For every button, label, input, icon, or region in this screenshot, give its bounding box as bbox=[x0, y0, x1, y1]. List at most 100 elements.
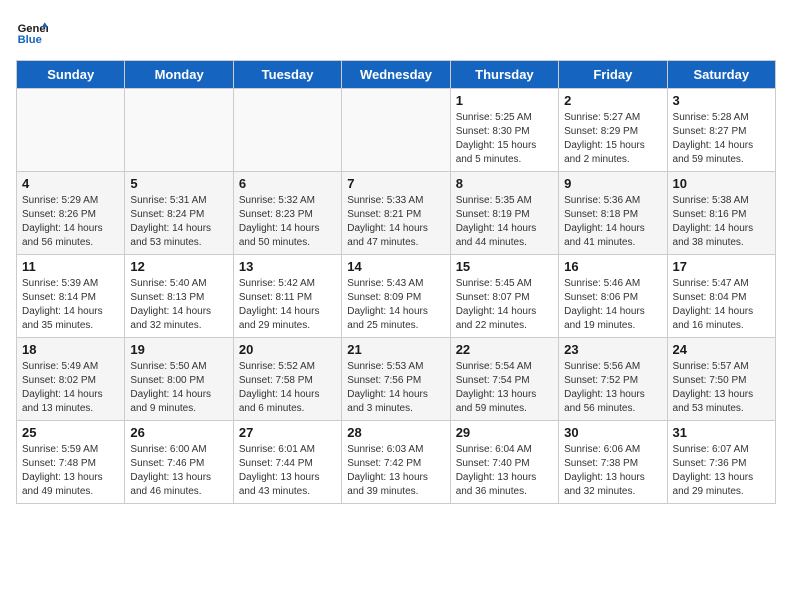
day-number: 29 bbox=[456, 425, 553, 440]
day-info: Sunrise: 5:36 AM Sunset: 8:18 PM Dayligh… bbox=[564, 194, 661, 250]
day-cell: 31Sunrise: 6:07 AM Sunset: 7:36 PM Dayli… bbox=[667, 421, 775, 504]
day-number: 25 bbox=[22, 425, 119, 440]
day-info: Sunrise: 5:38 AM Sunset: 8:16 PM Dayligh… bbox=[673, 194, 770, 250]
day-info: Sunrise: 5:35 AM Sunset: 8:19 PM Dayligh… bbox=[456, 194, 553, 250]
day-info: Sunrise: 5:28 AM Sunset: 8:27 PM Dayligh… bbox=[673, 111, 770, 167]
day-cell: 18Sunrise: 5:49 AM Sunset: 8:02 PM Dayli… bbox=[17, 338, 125, 421]
day-info: Sunrise: 5:45 AM Sunset: 8:07 PM Dayligh… bbox=[456, 277, 553, 333]
header-thursday: Thursday bbox=[450, 61, 558, 89]
day-number: 27 bbox=[239, 425, 336, 440]
day-number: 5 bbox=[130, 176, 227, 191]
day-cell: 3 Sunrise: 5:28 AM Sunset: 8:27 PM Daylig… bbox=[667, 89, 775, 172]
day-info: Sunrise: 5:46 AM Sunset: 8:06 PM Dayligh… bbox=[564, 277, 661, 333]
day-cell: 7Sunrise: 5:33 AM Sunset: 8:21 PM Daylig… bbox=[342, 172, 450, 255]
day-number: 26 bbox=[130, 425, 227, 440]
day-info: Sunrise: 5:33 AM Sunset: 8:21 PM Dayligh… bbox=[347, 194, 444, 250]
day-cell: 6 Sunrise: 5:32 AM Sunset: 8:23 PM Daylig… bbox=[233, 172, 341, 255]
day-info: Sunrise: 5:39 AM Sunset: 8:14 PM Dayligh… bbox=[22, 277, 119, 333]
day-number: 24 bbox=[673, 342, 770, 357]
svg-text:Blue: Blue bbox=[18, 34, 42, 46]
day-number: 19 bbox=[130, 342, 227, 357]
day-number: 17 bbox=[673, 259, 770, 274]
day-info: Sunrise: 5:31 AM Sunset: 8:24 PM Dayligh… bbox=[130, 194, 227, 250]
day-cell: 16 Sunrise: 5:46 AM Sunset: 8:06 PM Dayli… bbox=[559, 255, 667, 338]
day-cell bbox=[342, 89, 450, 172]
day-cell: 8Sunrise: 5:35 AM Sunset: 8:19 PM Daylig… bbox=[450, 172, 558, 255]
day-cell: 2 Sunrise: 5:27 AM Sunset: 8:29 PM Daylig… bbox=[559, 89, 667, 172]
day-info: Sunrise: 5:59 AM Sunset: 7:48 PM Dayligh… bbox=[22, 443, 119, 499]
day-info: Sunrise: 5:40 AM Sunset: 8:13 PM Dayligh… bbox=[130, 277, 227, 333]
day-info: Sunrise: 6:01 AM Sunset: 7:44 PM Dayligh… bbox=[239, 443, 336, 499]
calendar-table: SundayMondayTuesdayWednesdayThursdayFrid… bbox=[16, 60, 776, 504]
day-cell: 30Sunrise: 6:06 AM Sunset: 7:38 PM Dayli… bbox=[559, 421, 667, 504]
day-info: Sunrise: 5:25 AM Sunset: 8:30 PM Dayligh… bbox=[456, 111, 553, 167]
header-saturday: Saturday bbox=[667, 61, 775, 89]
day-info: Sunrise: 5:43 AM Sunset: 8:09 PM Dayligh… bbox=[347, 277, 444, 333]
day-info: Sunrise: 6:00 AM Sunset: 7:46 PM Dayligh… bbox=[130, 443, 227, 499]
logo: General Blue bbox=[16, 16, 52, 48]
day-number: 6 bbox=[239, 176, 336, 191]
day-cell: 26 Sunrise: 6:00 AM Sunset: 7:46 PM Dayli… bbox=[125, 421, 233, 504]
day-cell: 4Sunrise: 5:29 AM Sunset: 8:26 PM Daylig… bbox=[17, 172, 125, 255]
day-number: 4 bbox=[22, 176, 119, 191]
day-cell bbox=[125, 89, 233, 172]
day-cell: 21Sunrise: 5:53 AM Sunset: 7:56 PM Dayli… bbox=[342, 338, 450, 421]
day-number: 23 bbox=[564, 342, 661, 357]
day-info: Sunrise: 5:57 AM Sunset: 7:50 PM Dayligh… bbox=[673, 360, 770, 416]
day-cell: 20 Sunrise: 5:52 AM Sunset: 7:58 PM Dayli… bbox=[233, 338, 341, 421]
day-info: Sunrise: 5:49 AM Sunset: 8:02 PM Dayligh… bbox=[22, 360, 119, 416]
header-tuesday: Tuesday bbox=[233, 61, 341, 89]
day-number: 20 bbox=[239, 342, 336, 357]
header-wednesday: Wednesday bbox=[342, 61, 450, 89]
day-cell bbox=[17, 89, 125, 172]
day-info: Sunrise: 6:06 AM Sunset: 7:38 PM Dayligh… bbox=[564, 443, 661, 499]
day-number: 9 bbox=[564, 176, 661, 191]
day-cell: 29 Sunrise: 6:04 AM Sunset: 7:40 PM Dayli… bbox=[450, 421, 558, 504]
day-cell: 24 Sunrise: 5:57 AM Sunset: 7:50 PM Dayli… bbox=[667, 338, 775, 421]
calendar-header: SundayMondayTuesdayWednesdayThursdayFrid… bbox=[17, 61, 776, 89]
day-info: Sunrise: 5:50 AM Sunset: 8:00 PM Dayligh… bbox=[130, 360, 227, 416]
day-info: Sunrise: 5:56 AM Sunset: 7:52 PM Dayligh… bbox=[564, 360, 661, 416]
day-cell: 13 Sunrise: 5:42 AM Sunset: 8:11 PM Dayli… bbox=[233, 255, 341, 338]
header: General Blue bbox=[16, 16, 776, 48]
week-row-3: 11 Sunrise: 5:39 AM Sunset: 8:14 PM Dayli… bbox=[17, 255, 776, 338]
day-cell: 15 Sunrise: 5:45 AM Sunset: 8:07 PM Dayli… bbox=[450, 255, 558, 338]
day-number: 1 bbox=[456, 93, 553, 108]
day-info: Sunrise: 5:42 AM Sunset: 8:11 PM Dayligh… bbox=[239, 277, 336, 333]
day-number: 22 bbox=[456, 342, 553, 357]
day-number: 12 bbox=[130, 259, 227, 274]
day-number: 21 bbox=[347, 342, 444, 357]
day-number: 28 bbox=[347, 425, 444, 440]
day-info: Sunrise: 5:47 AM Sunset: 8:04 PM Dayligh… bbox=[673, 277, 770, 333]
week-row-1: 1 Sunrise: 5:25 AM Sunset: 8:30 PM Daylig… bbox=[17, 89, 776, 172]
day-cell: 11 Sunrise: 5:39 AM Sunset: 8:14 PM Dayli… bbox=[17, 255, 125, 338]
day-cell: 14 Sunrise: 5:43 AM Sunset: 8:09 PM Dayli… bbox=[342, 255, 450, 338]
day-cell: 10Sunrise: 5:38 AM Sunset: 8:16 PM Dayli… bbox=[667, 172, 775, 255]
day-cell: 27 Sunrise: 6:01 AM Sunset: 7:44 PM Dayli… bbox=[233, 421, 341, 504]
day-info: Sunrise: 5:52 AM Sunset: 7:58 PM Dayligh… bbox=[239, 360, 336, 416]
day-number: 13 bbox=[239, 259, 336, 274]
day-number: 2 bbox=[564, 93, 661, 108]
day-number: 3 bbox=[673, 93, 770, 108]
day-info: Sunrise: 5:54 AM Sunset: 7:54 PM Dayligh… bbox=[456, 360, 553, 416]
day-cell: 22 Sunrise: 5:54 AM Sunset: 7:54 PM Dayli… bbox=[450, 338, 558, 421]
day-cell: 12 Sunrise: 5:40 AM Sunset: 8:13 PM Dayli… bbox=[125, 255, 233, 338]
day-cell: 28 Sunrise: 6:03 AM Sunset: 7:42 PM Dayli… bbox=[342, 421, 450, 504]
day-info: Sunrise: 5:32 AM Sunset: 8:23 PM Dayligh… bbox=[239, 194, 336, 250]
day-info: Sunrise: 5:27 AM Sunset: 8:29 PM Dayligh… bbox=[564, 111, 661, 167]
day-number: 11 bbox=[22, 259, 119, 274]
day-info: Sunrise: 6:03 AM Sunset: 7:42 PM Dayligh… bbox=[347, 443, 444, 499]
day-info: Sunrise: 6:04 AM Sunset: 7:40 PM Dayligh… bbox=[456, 443, 553, 499]
header-row: SundayMondayTuesdayWednesdayThursdayFrid… bbox=[17, 61, 776, 89]
header-friday: Friday bbox=[559, 61, 667, 89]
day-cell: 25 Sunrise: 5:59 AM Sunset: 7:48 PM Dayli… bbox=[17, 421, 125, 504]
logo-icon: General Blue bbox=[16, 16, 48, 48]
day-info: Sunrise: 6:07 AM Sunset: 7:36 PM Dayligh… bbox=[673, 443, 770, 499]
day-cell: 1 Sunrise: 5:25 AM Sunset: 8:30 PM Daylig… bbox=[450, 89, 558, 172]
day-number: 16 bbox=[564, 259, 661, 274]
day-number: 14 bbox=[347, 259, 444, 274]
day-cell: 17 Sunrise: 5:47 AM Sunset: 8:04 PM Dayli… bbox=[667, 255, 775, 338]
day-number: 15 bbox=[456, 259, 553, 274]
header-sunday: Sunday bbox=[17, 61, 125, 89]
header-monday: Monday bbox=[125, 61, 233, 89]
